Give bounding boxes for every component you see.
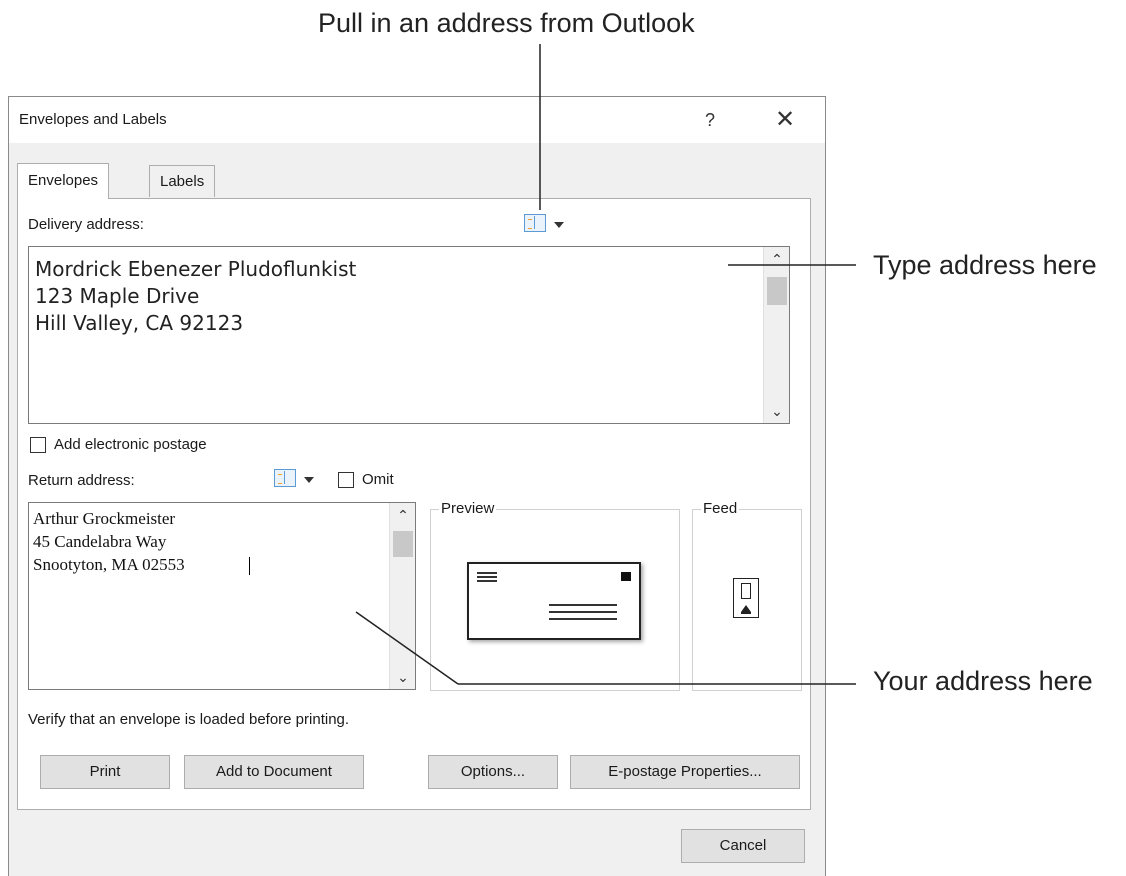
- tab-envelopes-label: Envelopes: [28, 172, 99, 189]
- tab-envelopes[interactable]: Envelopes: [17, 163, 110, 199]
- your-address-leader-diag: [355, 611, 459, 685]
- callout-leader-lines: [355, 44, 856, 685]
